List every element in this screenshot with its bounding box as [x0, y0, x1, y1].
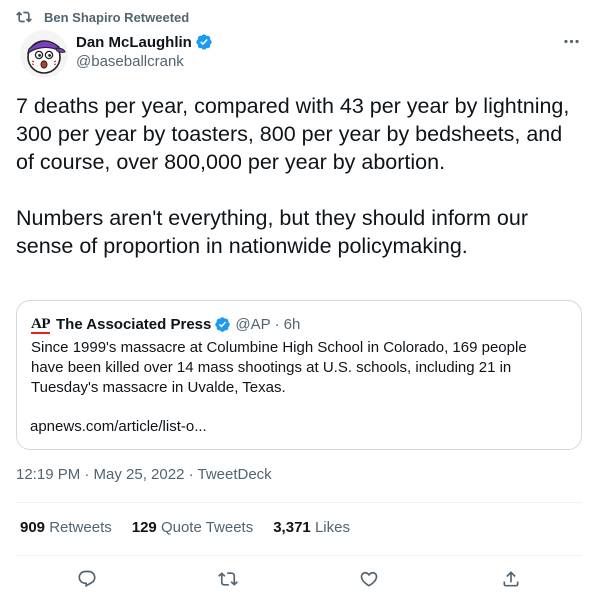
- retweeted-by-text: Ben Shapiro Retweeted: [44, 9, 190, 25]
- quoted-author-name: The Associated Press: [56, 315, 212, 333]
- likes-label: Likes: [314, 519, 350, 536]
- quoted-tweet-link[interactable]: apnews.com/article/list-o...: [30, 417, 207, 437]
- retweet-icon: [218, 572, 238, 586]
- action-bar: [16, 566, 582, 592]
- more-icon: [563, 39, 579, 43]
- quoted-author-handle: @AP: [235, 315, 271, 333]
- share-icon: [503, 571, 519, 587]
- like-icon: [360, 571, 378, 587]
- retweeted-by-header[interactable]: Ben Shapiro Retweeted: [16, 8, 189, 26]
- retweet-icon: [16, 11, 32, 23]
- quote-tweets-label: Quote Tweets: [160, 519, 254, 536]
- quote-tweets-count: 129: [131, 519, 157, 536]
- share-button[interactable]: [498, 566, 524, 592]
- meta-separator: ·: [274, 315, 280, 333]
- retweet-button[interactable]: [215, 566, 241, 592]
- quoted-tweet-header: AP The Associated Press @AP · 6h: [31, 314, 300, 334]
- tweet-text: 7 deaths per year, compared with 43 per …: [16, 92, 582, 260]
- retweets-count: 909: [20, 519, 46, 536]
- divider: [16, 555, 582, 556]
- like-button[interactable]: [356, 566, 382, 592]
- tweet-paragraph: Numbers aren't everything, but they shou…: [16, 206, 529, 258]
- quoted-tweet-time: 6h: [283, 315, 301, 333]
- author-name[interactable]: Dan McLaughlin: [76, 34, 192, 51]
- baseball-cartoon-avatar: [20, 30, 68, 78]
- verified-badge-icon: [196, 34, 212, 50]
- author-block: Dan McLaughlin @baseballcrank: [76, 32, 213, 70]
- tweet-paragraph: 7 deaths per year, compared with 43 per …: [16, 94, 570, 174]
- engagement-stats: 909 Retweets 129 Quote Tweets 3,371 Like…: [20, 519, 370, 536]
- more-button[interactable]: [560, 30, 582, 52]
- reply-icon: [78, 570, 96, 588]
- retweets-stat[interactable]: 909 Retweets: [20, 519, 112, 536]
- avatar[interactable]: [20, 30, 68, 78]
- ap-logo: AP: [31, 315, 51, 334]
- tweet-timestamp[interactable]: 12:19 PM · May 25, 2022 · TweetDeck: [16, 466, 272, 483]
- retweets-label: Retweets: [49, 519, 112, 536]
- divider: [16, 502, 582, 503]
- author-handle[interactable]: @baseballcrank: [76, 53, 213, 70]
- author-name-row: Dan McLaughlin: [76, 32, 213, 52]
- likes-count: 3,371: [273, 519, 311, 536]
- quote-tweets-stat[interactable]: 129 Quote Tweets: [132, 519, 253, 536]
- quoted-tweet-text: Since 1999's massacre at Columbine High …: [31, 339, 527, 396]
- verified-badge-icon: [215, 316, 231, 332]
- likes-stat[interactable]: 3,371 Likes: [273, 519, 350, 536]
- reply-button[interactable]: [74, 566, 100, 592]
